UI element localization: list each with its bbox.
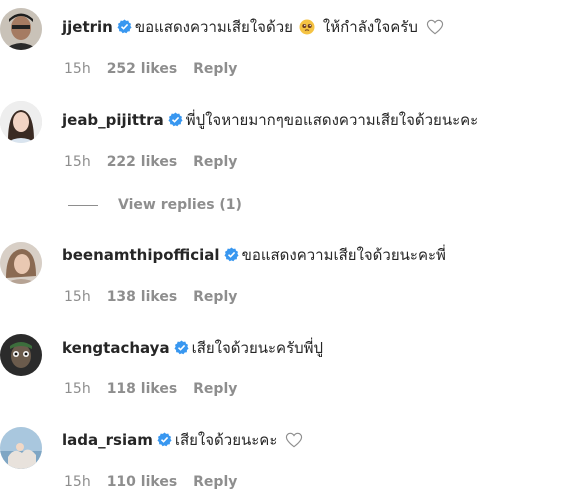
timestamp: 15h xyxy=(64,154,91,170)
verified-badge-icon xyxy=(168,112,183,127)
reply-button[interactable]: Reply xyxy=(193,381,237,397)
username-link[interactable]: jeab_pijittra xyxy=(62,111,164,129)
reply-button[interactable]: Reply xyxy=(193,61,237,77)
comment-line: kengtachaya เสียใจด้วยนะครับพี่ปู xyxy=(62,338,323,358)
comment-text: เสียใจด้วยนะคะ xyxy=(174,431,278,449)
username-link[interactable]: jjetrin xyxy=(62,18,113,36)
username-link[interactable]: lada_rsiam xyxy=(62,431,153,449)
likes-count[interactable]: 252 likes xyxy=(107,61,177,77)
reply-button[interactable]: Reply xyxy=(193,154,237,170)
timestamp: 15h xyxy=(64,474,91,490)
timestamp: 15h xyxy=(64,61,91,77)
comment-line: jjetrin ขอแสดงความเสียใจด้วย ให้กำลังใจครั… xyxy=(62,17,444,37)
likes-count[interactable]: 138 likes xyxy=(107,289,177,305)
timestamp: 15h xyxy=(64,381,91,397)
avatar[interactable] xyxy=(0,334,42,376)
comment-line: lada_rsiam เสียใจด้วยนะคะ xyxy=(62,430,303,450)
likes-count[interactable]: 110 likes xyxy=(107,474,177,490)
comment-text: ขอแสดงความเสียใจด้วย xyxy=(134,18,293,36)
heart-icon[interactable] xyxy=(285,432,303,448)
comment-line: jeab_pijittra พี่ปูใจหายมากๆขอแสดงความเสี… xyxy=(62,110,478,130)
verified-badge-icon xyxy=(117,19,132,34)
pleading-face-emoji-icon xyxy=(299,19,315,35)
verified-badge-icon xyxy=(157,432,172,447)
comment-meta: 15h 222 likes Reply xyxy=(64,153,253,171)
verified-badge-icon xyxy=(224,247,239,262)
avatar[interactable] xyxy=(0,101,42,143)
comment-meta: 15h 252 likes Reply xyxy=(64,60,253,78)
view-replies-button[interactable]: View replies (1) xyxy=(68,196,242,214)
comment-meta: 15h 110 likes Reply xyxy=(64,473,253,491)
comment-line: beenamthipofficial ขอแสดงความเสียใจด้วยนะ… xyxy=(62,245,446,265)
reply-button[interactable]: Reply xyxy=(193,289,237,305)
username-link[interactable]: kengtachaya xyxy=(62,339,170,357)
comment-meta: 15h 138 likes Reply xyxy=(64,288,253,306)
verified-badge-icon xyxy=(174,340,189,355)
reply-button[interactable]: Reply xyxy=(193,474,237,490)
likes-count[interactable]: 118 likes xyxy=(107,381,177,397)
comment-text: ขอแสดงความเสียใจด้วยนะคะพี่ xyxy=(241,246,446,264)
avatar[interactable] xyxy=(0,427,42,469)
timestamp: 15h xyxy=(64,289,91,305)
view-replies-label: View replies (1) xyxy=(118,197,242,213)
comment-text-after: ให้กำลังใจครับ xyxy=(322,18,418,36)
divider xyxy=(68,204,98,206)
likes-count[interactable]: 222 likes xyxy=(107,154,177,170)
comment-text: พี่ปูใจหายมากๆขอแสดงความเสียใจด้วยนะคะ xyxy=(185,111,479,129)
comment-text: เสียใจด้วยนะครับพี่ปู xyxy=(191,339,324,357)
avatar[interactable] xyxy=(0,8,42,50)
comment-meta: 15h 118 likes Reply xyxy=(64,380,253,398)
avatar[interactable] xyxy=(0,242,42,284)
username-link[interactable]: beenamthipofficial xyxy=(62,246,220,264)
heart-icon[interactable] xyxy=(426,19,444,35)
